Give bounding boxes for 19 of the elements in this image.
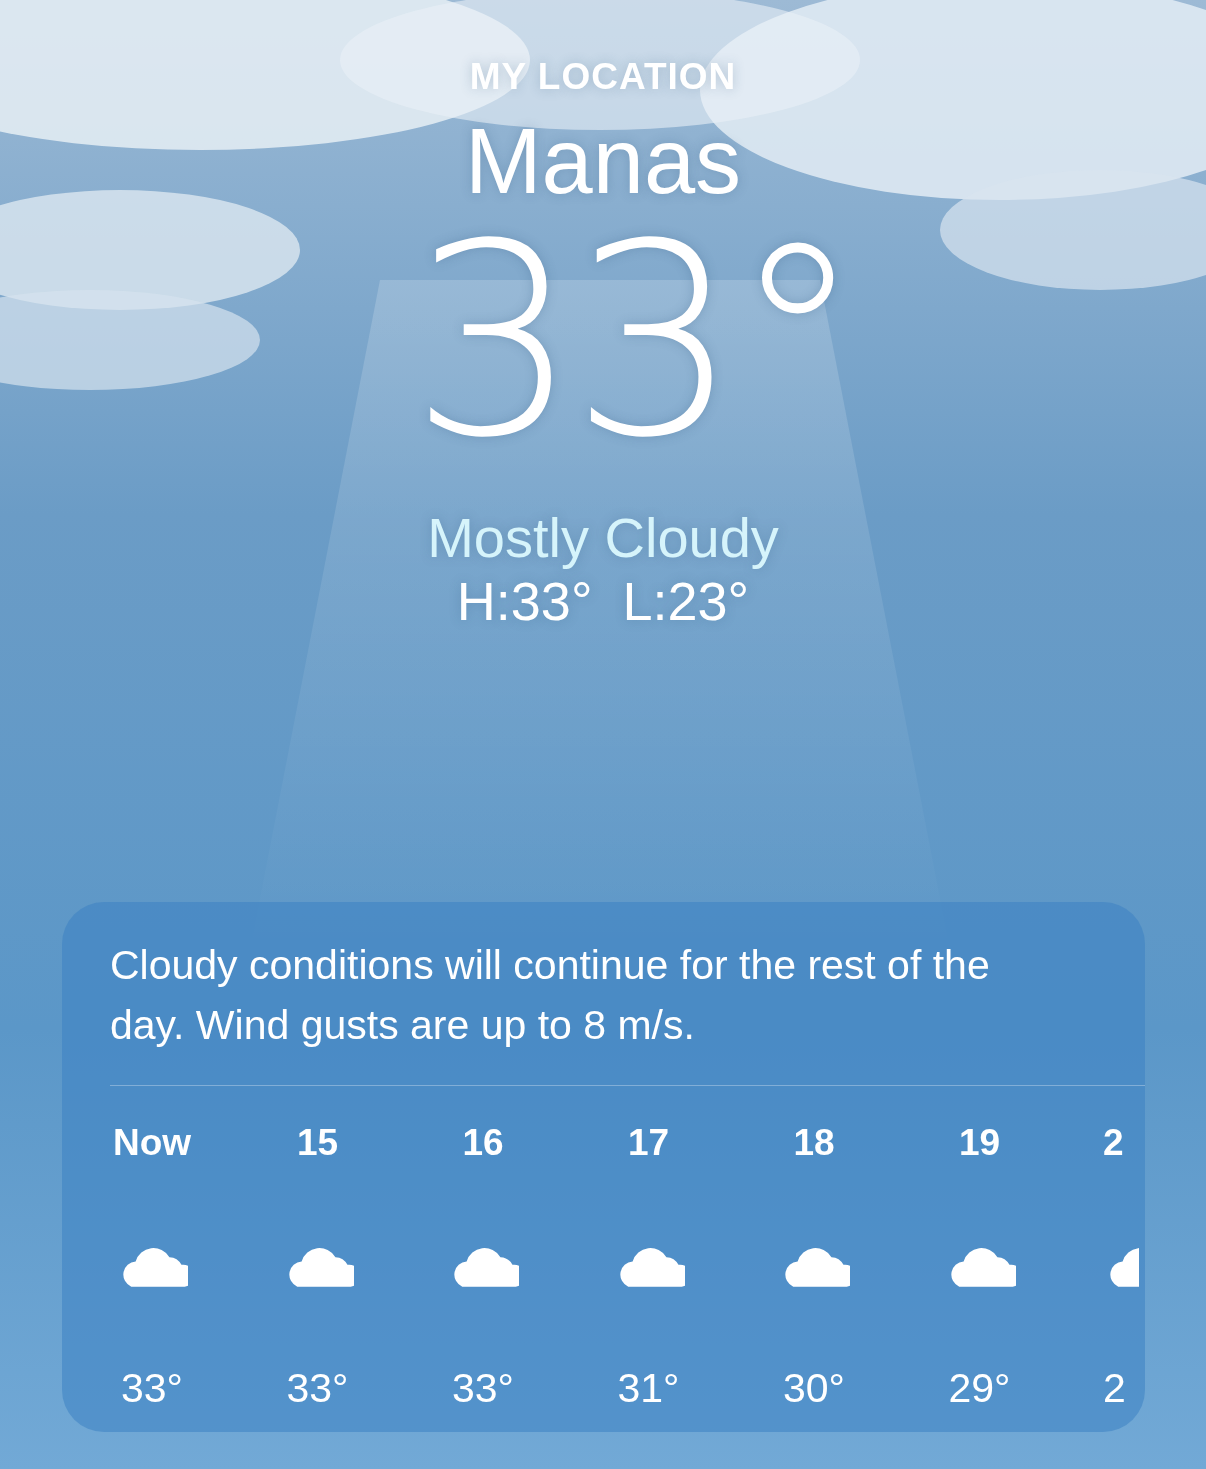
forecast-summary: Cloudy conditions will continue for the rest of the day. Wind gusts are up to 8 m/s. [109, 941, 991, 1050]
hour-label: 2 [1103, 1121, 1124, 1165]
hour-label: 17 [627, 1121, 670, 1165]
low-temperature: L:23° [622, 570, 750, 632]
hour-label: 16 [462, 1121, 504, 1165]
hour-label: 18 [793, 1121, 835, 1165]
hour-temperature: 33° [121, 1364, 183, 1413]
condition-text: Mostly Cloudy [427, 506, 779, 570]
location-label: MY LOCATION [469, 55, 737, 99]
high-temperature: H:33° [456, 570, 593, 632]
hour-temperature: 29° [948, 1364, 1011, 1413]
hour-temperature: 33° [452, 1364, 514, 1413]
hour-temperature: 30° [783, 1364, 845, 1413]
hour-temperature: 33° [286, 1364, 349, 1413]
hour-label: Now [112, 1121, 192, 1165]
hour-label: 15 [296, 1121, 339, 1165]
hour-temperature: 31° [617, 1364, 680, 1413]
hour-temperature: 2 [1103, 1364, 1126, 1413]
hour-label: 19 [958, 1121, 1001, 1165]
